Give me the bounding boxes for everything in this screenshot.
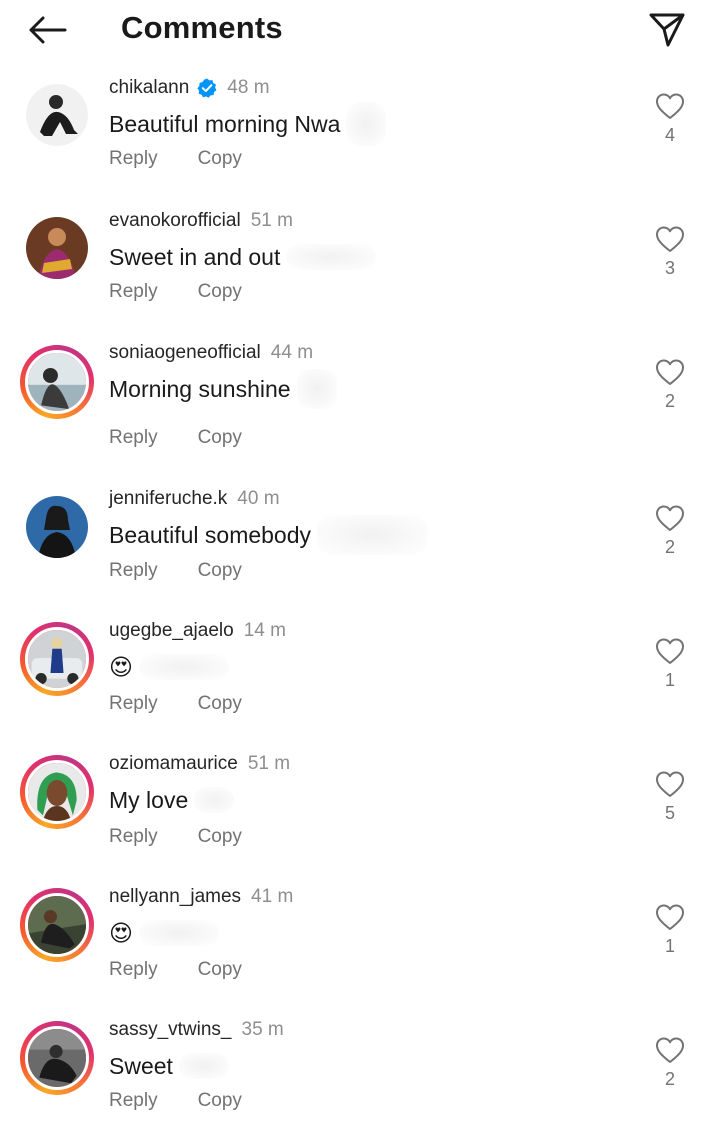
comment-time: 35 m bbox=[241, 1019, 284, 1040]
comment-text: Morning sunshine bbox=[109, 376, 291, 402]
comment-username[interactable]: ugegbe_ajaelo bbox=[109, 620, 234, 642]
redacted-area bbox=[296, 369, 337, 409]
avatar bbox=[25, 1026, 89, 1090]
redacted-area bbox=[286, 244, 377, 270]
reply-button[interactable]: Reply bbox=[109, 281, 158, 303]
arrow-left-icon bbox=[29, 16, 67, 44]
redacted-area bbox=[178, 1053, 229, 1079]
redacted-area bbox=[317, 515, 428, 555]
redacted-area bbox=[138, 654, 229, 680]
reply-button[interactable]: Reply bbox=[109, 560, 158, 582]
comment-text: Beautiful somebody bbox=[109, 522, 312, 548]
redacted-area bbox=[346, 102, 387, 146]
redacted-area bbox=[138, 920, 219, 946]
avatar-story-ring[interactable] bbox=[20, 622, 94, 696]
reply-button[interactable]: Reply bbox=[109, 148, 158, 170]
copy-button[interactable]: Copy bbox=[198, 826, 242, 848]
heart-outline-icon[interactable] bbox=[655, 770, 685, 798]
comment-username[interactable]: sassy_vtwins_ bbox=[109, 1019, 232, 1041]
copy-button[interactable]: Copy bbox=[198, 1090, 242, 1112]
heart-outline-icon[interactable] bbox=[655, 225, 685, 253]
verified-badge-icon bbox=[197, 78, 217, 98]
comment-text: Sweet bbox=[109, 1053, 173, 1079]
comment-username[interactable]: nellyann_james bbox=[109, 886, 241, 908]
reply-button[interactable]: Reply bbox=[109, 427, 158, 449]
copy-button[interactable]: Copy bbox=[198, 693, 242, 715]
like-count: 2 bbox=[664, 391, 675, 411]
top-bar: Comments bbox=[0, 0, 720, 60]
comment-text: Beautiful morning Nwa bbox=[109, 111, 341, 137]
comment-text: 😍 bbox=[109, 654, 133, 680]
like-count: 4 bbox=[664, 125, 675, 145]
avatar-story-ring[interactable] bbox=[20, 755, 94, 829]
comment-text: Sweet in and out bbox=[109, 244, 281, 270]
avatar-story-ring[interactable] bbox=[20, 345, 94, 419]
redacted-area bbox=[194, 787, 235, 813]
avatar bbox=[25, 893, 89, 957]
like-count: 2 bbox=[664, 537, 675, 557]
comment-username[interactable]: oziomamaurice bbox=[109, 753, 238, 775]
heart-outline-icon[interactable] bbox=[655, 637, 685, 665]
comment-text: 😍 bbox=[109, 920, 133, 946]
comment-time: 41 m bbox=[251, 886, 294, 907]
avatar bbox=[25, 760, 89, 824]
back-button[interactable] bbox=[24, 10, 70, 50]
reply-button[interactable]: Reply bbox=[109, 826, 158, 848]
avatar-container[interactable] bbox=[20, 78, 94, 152]
comment-username[interactable]: chikalann bbox=[109, 77, 189, 99]
heart-outline-icon[interactable] bbox=[655, 504, 685, 532]
comment-time: 44 m bbox=[270, 342, 314, 363]
share-button[interactable] bbox=[644, 8, 690, 52]
avatar bbox=[25, 627, 89, 691]
avatar bbox=[26, 84, 88, 146]
comment-username[interactable]: soniaogeneofficial bbox=[109, 342, 261, 364]
copy-button[interactable]: Copy bbox=[198, 427, 242, 449]
copy-button[interactable]: Copy bbox=[198, 959, 242, 981]
comment-username[interactable]: jenniferuche.k bbox=[109, 488, 227, 510]
comment-text: My love bbox=[109, 787, 189, 813]
page-title: Comments bbox=[121, 10, 283, 45]
like-count: 1 bbox=[664, 936, 675, 956]
comment-time: 40 m bbox=[237, 488, 280, 509]
comment-time: 51 m bbox=[247, 753, 291, 774]
comment-time: 48 m bbox=[227, 77, 270, 98]
paper-plane-icon bbox=[649, 13, 685, 47]
avatar-container[interactable] bbox=[20, 490, 94, 564]
comment-time: 51 m bbox=[250, 210, 293, 231]
like-count: 5 bbox=[664, 803, 675, 823]
avatar bbox=[26, 217, 88, 279]
avatar-story-ring[interactable] bbox=[20, 888, 94, 962]
reply-button[interactable]: Reply bbox=[109, 1090, 158, 1112]
avatar bbox=[26, 496, 88, 558]
heart-outline-icon[interactable] bbox=[655, 358, 685, 386]
copy-button[interactable]: Copy bbox=[198, 281, 242, 303]
heart-outline-icon[interactable] bbox=[655, 92, 685, 120]
like-count: 2 bbox=[664, 1069, 675, 1089]
like-count: 1 bbox=[664, 670, 675, 690]
comment-time: 14 m bbox=[243, 620, 286, 641]
like-count: 3 bbox=[664, 258, 675, 278]
copy-button[interactable]: Copy bbox=[198, 148, 242, 170]
reply-button[interactable]: Reply bbox=[109, 693, 158, 715]
avatar-container[interactable] bbox=[20, 211, 94, 285]
heart-outline-icon[interactable] bbox=[655, 903, 685, 931]
avatar-story-ring[interactable] bbox=[20, 1021, 94, 1095]
avatar bbox=[25, 350, 89, 414]
heart-outline-icon[interactable] bbox=[655, 1036, 685, 1064]
comment-username[interactable]: evanokorofficial bbox=[109, 210, 241, 232]
copy-button[interactable]: Copy bbox=[198, 560, 242, 582]
reply-button[interactable]: Reply bbox=[109, 959, 158, 981]
